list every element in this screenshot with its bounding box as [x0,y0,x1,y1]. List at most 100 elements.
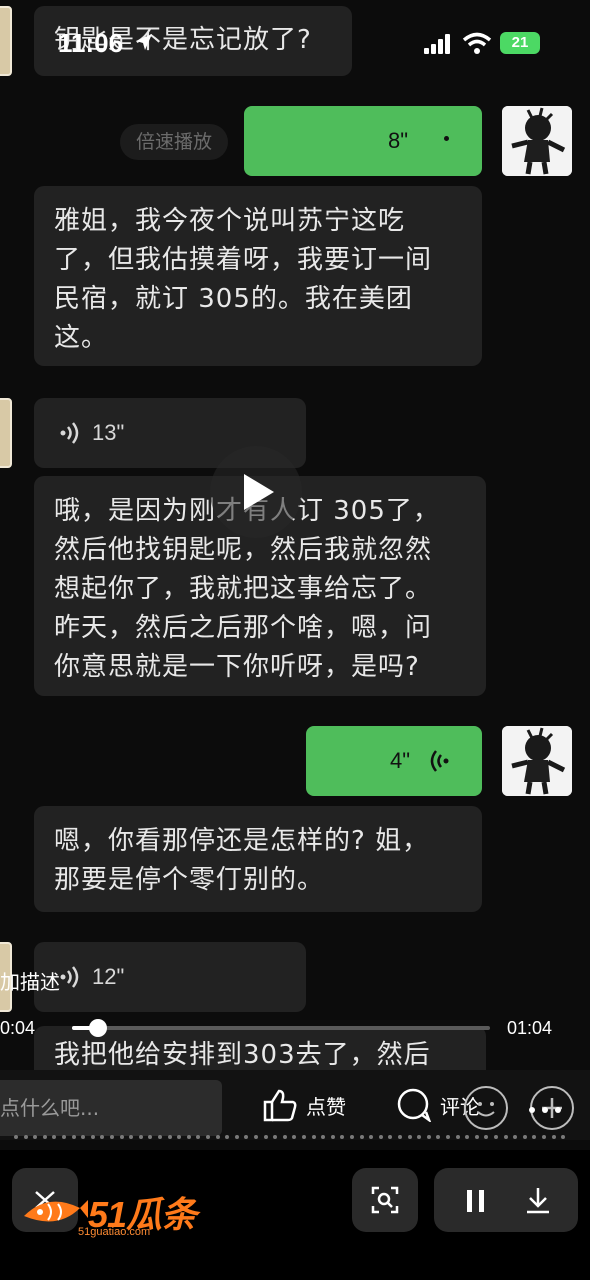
indicator-dot [350,1135,354,1139]
indicator-dot [42,1135,47,1139]
indicator-dot [14,1135,18,1139]
indicator-dot [90,1135,95,1139]
indicator-dot [254,1135,258,1139]
voice-duration: 12" [92,964,125,989]
like-label: 点赞 [306,1094,346,1119]
more-dots-icon[interactable] [528,1106,562,1114]
indicator-dot [369,1135,374,1139]
voice-message-incoming[interactable]: 12" [34,942,306,1012]
indicator-dot [388,1135,393,1139]
indicator-dot [465,1135,470,1139]
voice-wave-icon [60,422,79,444]
indicator-dot [225,1135,230,1139]
wifi-icon [462,32,492,54]
media-controls [434,1168,578,1232]
comment-bubble-icon [397,1088,432,1122]
transcript-bubble[interactable]: 雅姐，我今夜个说叫苏宁这吃 了，但我估摸着呀，我要订一间 民宿，就订 305的。… [34,186,482,366]
transcript-bubble[interactable]: 嗯，你看那停还是怎样的? 姐， 那要是停个零仃别的。 [34,806,482,912]
indicator-dot [398,1135,402,1139]
indicator-dot [263,1135,268,1139]
voice-wave-icon [60,966,79,988]
indicator-dot [561,1135,566,1139]
indicator-dot [244,1135,249,1139]
indicator-dot [378,1135,383,1139]
indicator-dot [158,1135,162,1139]
status-time: 11:06 [58,28,124,58]
play-icon [244,474,274,510]
transcript-line: 嗯，你看那停还是怎样的? 姐， [54,826,430,856]
indicator-dot [52,1135,57,1139]
emoji-button[interactable] [464,1086,508,1130]
voice-message-outgoing[interactable]: 4" [306,726,482,796]
indicator-dot [206,1135,210,1139]
playback-speed-label[interactable]: 倍速播放 [120,124,228,160]
indicator-dot [129,1135,134,1139]
voice-duration: 4" [390,748,411,773]
doll-avatar-icon [502,106,572,176]
doll-avatar-icon [502,726,572,796]
current-time: 0:04 [0,1018,36,1038]
indicator-dot [542,1135,546,1139]
indicator-dot [167,1135,172,1139]
indicator-dot [71,1135,76,1139]
indicator-dot [503,1135,508,1139]
voice-duration: 8" [388,128,409,153]
indicator-dot [196,1135,201,1139]
total-time: 01:04 [507,1018,553,1038]
scan-icon [371,1186,399,1214]
indicator-dot [23,1135,28,1139]
indicator-dot [177,1135,182,1139]
contact-avatar[interactable] [0,398,12,468]
transcript-line: 这。 [54,323,109,353]
indicator-dot [417,1135,422,1139]
indicator-dot [81,1135,86,1139]
progress-knob[interactable] [89,1019,108,1037]
video-progress[interactable]: 0:04 01:04 [0,1014,590,1044]
voice-wave-icon [430,750,449,772]
video-description[interactable]: 加描述 [0,966,60,995]
like-button[interactable]: 点赞 [262,1088,346,1122]
pause-icon[interactable] [464,1188,488,1214]
indicator-dot [311,1135,316,1139]
download-icon[interactable] [524,1186,552,1214]
indicator-dot [302,1135,306,1139]
brand-logo-domain: 51guatiao.com [78,1226,151,1238]
transcript-line: 了，但我估摸着呀，我要订一间 [54,245,433,275]
indicator-dot [148,1135,153,1139]
user-avatar[interactable] [502,726,572,796]
voice-message-outgoing[interactable]: 8" [244,106,482,176]
battery-indicator: 21 [500,32,540,54]
indicator-dot [186,1135,191,1139]
progress-track[interactable] [72,1019,490,1037]
transcript-line: 雅姐，我今夜个说叫苏宁这吃 [54,206,406,236]
indicator-dot [532,1135,537,1139]
transcript-line: 想起你了，我就把这事给忘了。 [54,574,433,604]
indicator-dot [522,1135,527,1139]
indicator-dot [474,1135,479,1139]
indicator-dot [359,1135,364,1139]
indicator-dot [215,1135,220,1139]
indicator-dot [455,1135,460,1139]
indicator-dot [436,1135,441,1139]
indicator-dot [494,1135,498,1139]
indicator-dot [407,1135,412,1139]
indicator-dot [513,1135,518,1139]
location-arrow-icon [136,34,152,50]
user-avatar[interactable] [502,106,572,176]
indicator-dot [484,1135,489,1139]
indicator-dot [282,1135,287,1139]
chat-area[interactable]: 钥匙是不是忘记放了? 倍速播放 8" 雅姐，我今夜个说叫苏宁这吃 了，但我估摸着… [0,0,590,1070]
emoji-icon [477,1102,495,1117]
indicator-dot [110,1135,114,1139]
indicator-dot [119,1135,124,1139]
indicator-dot [62,1135,66,1139]
indicator-dot [100,1135,105,1139]
transcript-line: 昨天，然后之后那个啥，嗯，问 [54,613,433,643]
screenshot-search-button[interactable] [352,1168,418,1232]
play-button[interactable] [210,446,302,538]
comment-input[interactable]: 点什么吧... [0,1080,222,1136]
indicator-dot [33,1135,38,1139]
transcript-line: 民宿，就订 305的。我在美团 [54,284,413,314]
indicator-dot [273,1135,278,1139]
indicator-dot [426,1135,431,1139]
